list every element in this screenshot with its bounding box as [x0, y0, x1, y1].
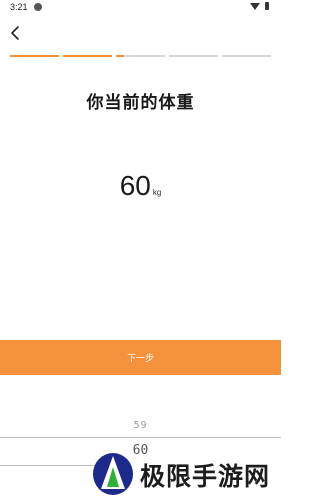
progress-segment: [116, 55, 165, 57]
progress-segment: [222, 55, 271, 57]
status-time: 3:21: [10, 2, 28, 12]
next-button[interactable]: 下一步: [0, 340, 281, 375]
progress-segment: [63, 55, 112, 57]
progress-segment: [10, 55, 59, 57]
progress-segment: [169, 55, 218, 57]
back-button[interactable]: [8, 24, 26, 42]
page-title: 你当前的体重: [86, 93, 195, 113]
status-bar: 3:21: [0, 0, 281, 16]
picker-option[interactable]: 59: [0, 420, 281, 431]
wifi-icon: [250, 3, 260, 10]
battery-icon: [265, 2, 269, 10]
watermark: 极限手游网: [88, 447, 281, 497]
watermark-text: 极限手游网: [140, 462, 271, 491]
notification-dot-icon: [34, 3, 42, 11]
weight-readout: 60 kg: [0, 170, 281, 202]
picker-divider: [0, 437, 281, 438]
step-progress: [10, 55, 271, 58]
back-arrow-icon: [11, 26, 19, 40]
weight-value: 60: [119, 170, 151, 201]
screen: 3:21 你当前的体重 60 kg 下一步 59 60 极限手游网: [0, 0, 281, 500]
weight-unit: kg: [152, 188, 162, 197]
watermark-logo-icon: [93, 453, 133, 495]
